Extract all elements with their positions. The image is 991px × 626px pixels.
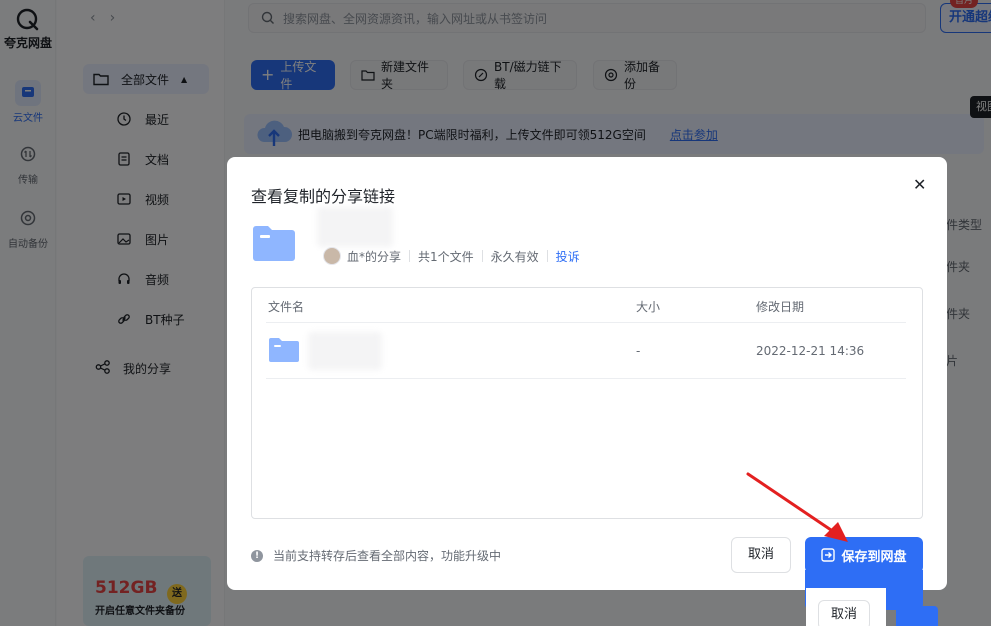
red-arrow-annotation xyxy=(746,472,848,542)
blurred-file-name[interactable] xyxy=(308,332,382,370)
avatar xyxy=(323,247,341,265)
divider xyxy=(546,250,548,262)
info-icon: ! xyxy=(251,549,263,562)
share-meta: 血*的分享 共1个文件 永久有效 投诉 xyxy=(323,247,580,265)
column-header-name[interactable]: 文件名 xyxy=(268,298,304,315)
divider xyxy=(481,250,483,262)
ghost-button xyxy=(896,606,938,626)
divider xyxy=(266,378,906,379)
dialog-notice: ! 当前支持转存后查看全部内容，功能升级中 xyxy=(251,547,501,564)
folder-icon xyxy=(253,226,295,261)
dialog-title: 查看复制的分享链接 xyxy=(251,187,396,206)
validity: 永久有效 xyxy=(490,249,539,264)
divider xyxy=(266,322,906,323)
column-header-date[interactable]: 修改日期 xyxy=(756,298,804,315)
divider xyxy=(409,250,411,262)
file-count: 共1个文件 xyxy=(418,249,474,264)
folder-icon xyxy=(269,338,299,362)
sharer-name: 血*的分享 xyxy=(347,249,402,264)
report-link[interactable]: 投诉 xyxy=(556,248,580,265)
file-date: 2022-12-21 14:36 xyxy=(756,344,865,358)
save-label: 保存到网盘 xyxy=(841,549,907,565)
close-icon[interactable]: ✕ xyxy=(913,175,926,194)
notice-text: 当前支持转存后查看全部内容，功能升级中 xyxy=(273,549,502,563)
column-header-size[interactable]: 大小 xyxy=(636,298,660,315)
save-icon xyxy=(821,548,836,562)
ghost-cancel-button: 取消 xyxy=(818,600,870,626)
blurred-share-name xyxy=(317,207,393,247)
file-size: - xyxy=(636,344,641,358)
